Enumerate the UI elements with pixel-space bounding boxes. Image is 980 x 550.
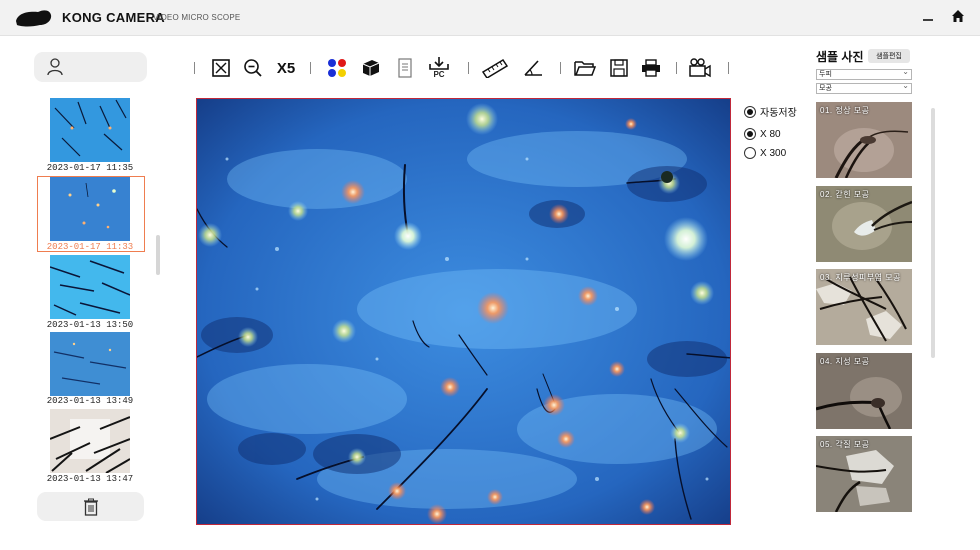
subcategory-select[interactable]: 모공: [816, 81, 912, 94]
3d-view-button[interactable]: [358, 52, 384, 84]
sample-image[interactable]: 02. 갇힌 모공: [816, 186, 912, 262]
home-icon: [952, 10, 964, 22]
thumbnail-selection-frame: [37, 176, 145, 252]
brand-name: KONG CAMERA: [62, 10, 165, 25]
sample-image[interactable]: 05. 각질 모공: [816, 436, 912, 512]
sample-label: 03. 지루성피부염 모공: [820, 273, 901, 282]
minimize-button[interactable]: [918, 6, 938, 26]
report-button[interactable]: [392, 52, 418, 84]
fit-screen-icon: [212, 59, 230, 77]
magnification-label: X 300: [760, 147, 787, 159]
zoom-level[interactable]: X5: [272, 52, 300, 84]
pc-label: PC: [433, 70, 445, 79]
thumbnail-date: 2023-01-13 13:50: [46, 320, 134, 330]
sample-label: 01. 정상 모공: [820, 106, 870, 115]
category-select[interactable]: 두피: [816, 67, 912, 80]
print-icon: [642, 59, 660, 77]
gallery-thumbnail[interactable]: [50, 255, 130, 319]
gallery-thumbnail[interactable]: [50, 332, 130, 396]
angle-measure-button[interactable]: [520, 52, 546, 84]
toolbar-divider: [310, 62, 311, 74]
document-icon: [398, 58, 412, 78]
zoom-out-icon: [244, 59, 262, 77]
delete-button[interactable]: [37, 492, 144, 521]
magnification-x80[interactable]: X 80: [744, 128, 781, 140]
sample-label: 02. 갇힌 모공: [820, 190, 870, 199]
save-button[interactable]: [606, 52, 632, 84]
record-video-button[interactable]: [686, 52, 714, 84]
microscope-viewer[interactable]: [196, 98, 731, 525]
zoom-out-button[interactable]: [240, 52, 266, 84]
magnification-x300[interactable]: X 300: [744, 147, 786, 159]
thumbnail-date: 2023-01-13 13:47: [46, 474, 134, 484]
color-mode-button[interactable]: [324, 52, 350, 84]
gallery-scrollbar[interactable]: [156, 235, 160, 275]
toolbar-divider: [728, 62, 729, 74]
toolbar-divider: [676, 62, 677, 74]
magnification-radio: [744, 128, 756, 140]
sample-image[interactable]: 01. 정상 모공: [816, 102, 912, 178]
save-icon: [610, 59, 628, 77]
capture-gallery: 2023-01-17 11:35 2023-01-17 11:33 2023-0…: [36, 96, 148, 488]
toolbar-divider: [560, 62, 561, 74]
gallery-thumbnail[interactable]: [50, 409, 130, 473]
ruler-icon: [481, 58, 509, 78]
sample-label: 05. 각질 모공: [820, 440, 870, 449]
autosave-radio: [744, 105, 756, 118]
gallery-thumbnail[interactable]: [50, 98, 130, 162]
magnification-label: X 80: [760, 128, 781, 140]
minimize-icon: [923, 19, 933, 21]
samples-scrollbar[interactable]: [931, 108, 935, 358]
edit-samples-button[interactable]: 샘플편집: [868, 49, 910, 63]
fit-screen-button[interactable]: [208, 52, 234, 84]
thumbnail-date: 2023-01-13 13:49: [46, 396, 134, 406]
sample-image[interactable]: 03. 지루성피부염 모공: [816, 269, 912, 345]
cube-icon: [362, 60, 380, 76]
ruler-button[interactable]: [480, 52, 510, 84]
brand-subtitle: VIDEO MICRO SCOPE: [153, 13, 241, 22]
home-button[interactable]: [948, 6, 968, 26]
save-to-pc-icon: [429, 57, 449, 70]
user-button[interactable]: [34, 52, 147, 82]
user-icon: [47, 58, 63, 76]
thumbnail-date: 2023-01-17 11:35: [46, 163, 134, 173]
save-to-pc-button[interactable]: PC: [426, 52, 452, 84]
toolbar-divider: [194, 62, 195, 74]
trash-icon: [83, 498, 98, 516]
sample-image[interactable]: 04. 지성 모공: [816, 353, 912, 429]
samples-title: 샘플 사진: [816, 50, 864, 64]
folder-open-icon: [574, 61, 596, 76]
title-bar: KONG CAMERA VIDEO MICRO SCOPE: [0, 0, 980, 36]
autosave-toggle[interactable]: 자동저장: [744, 104, 797, 119]
color-palette-icon: [328, 59, 346, 77]
autosave-label: 자동저장: [760, 108, 797, 119]
kong-logo: [16, 10, 52, 27]
print-button[interactable]: [638, 52, 664, 84]
microscope-image: [197, 99, 730, 524]
open-folder-button[interactable]: [572, 52, 598, 84]
toolbar-divider: [468, 62, 469, 74]
angle-icon: [524, 60, 542, 76]
sample-label: 04. 지성 모공: [820, 357, 870, 366]
video-camera-icon: [689, 58, 711, 78]
magnification-radio: [744, 147, 756, 159]
